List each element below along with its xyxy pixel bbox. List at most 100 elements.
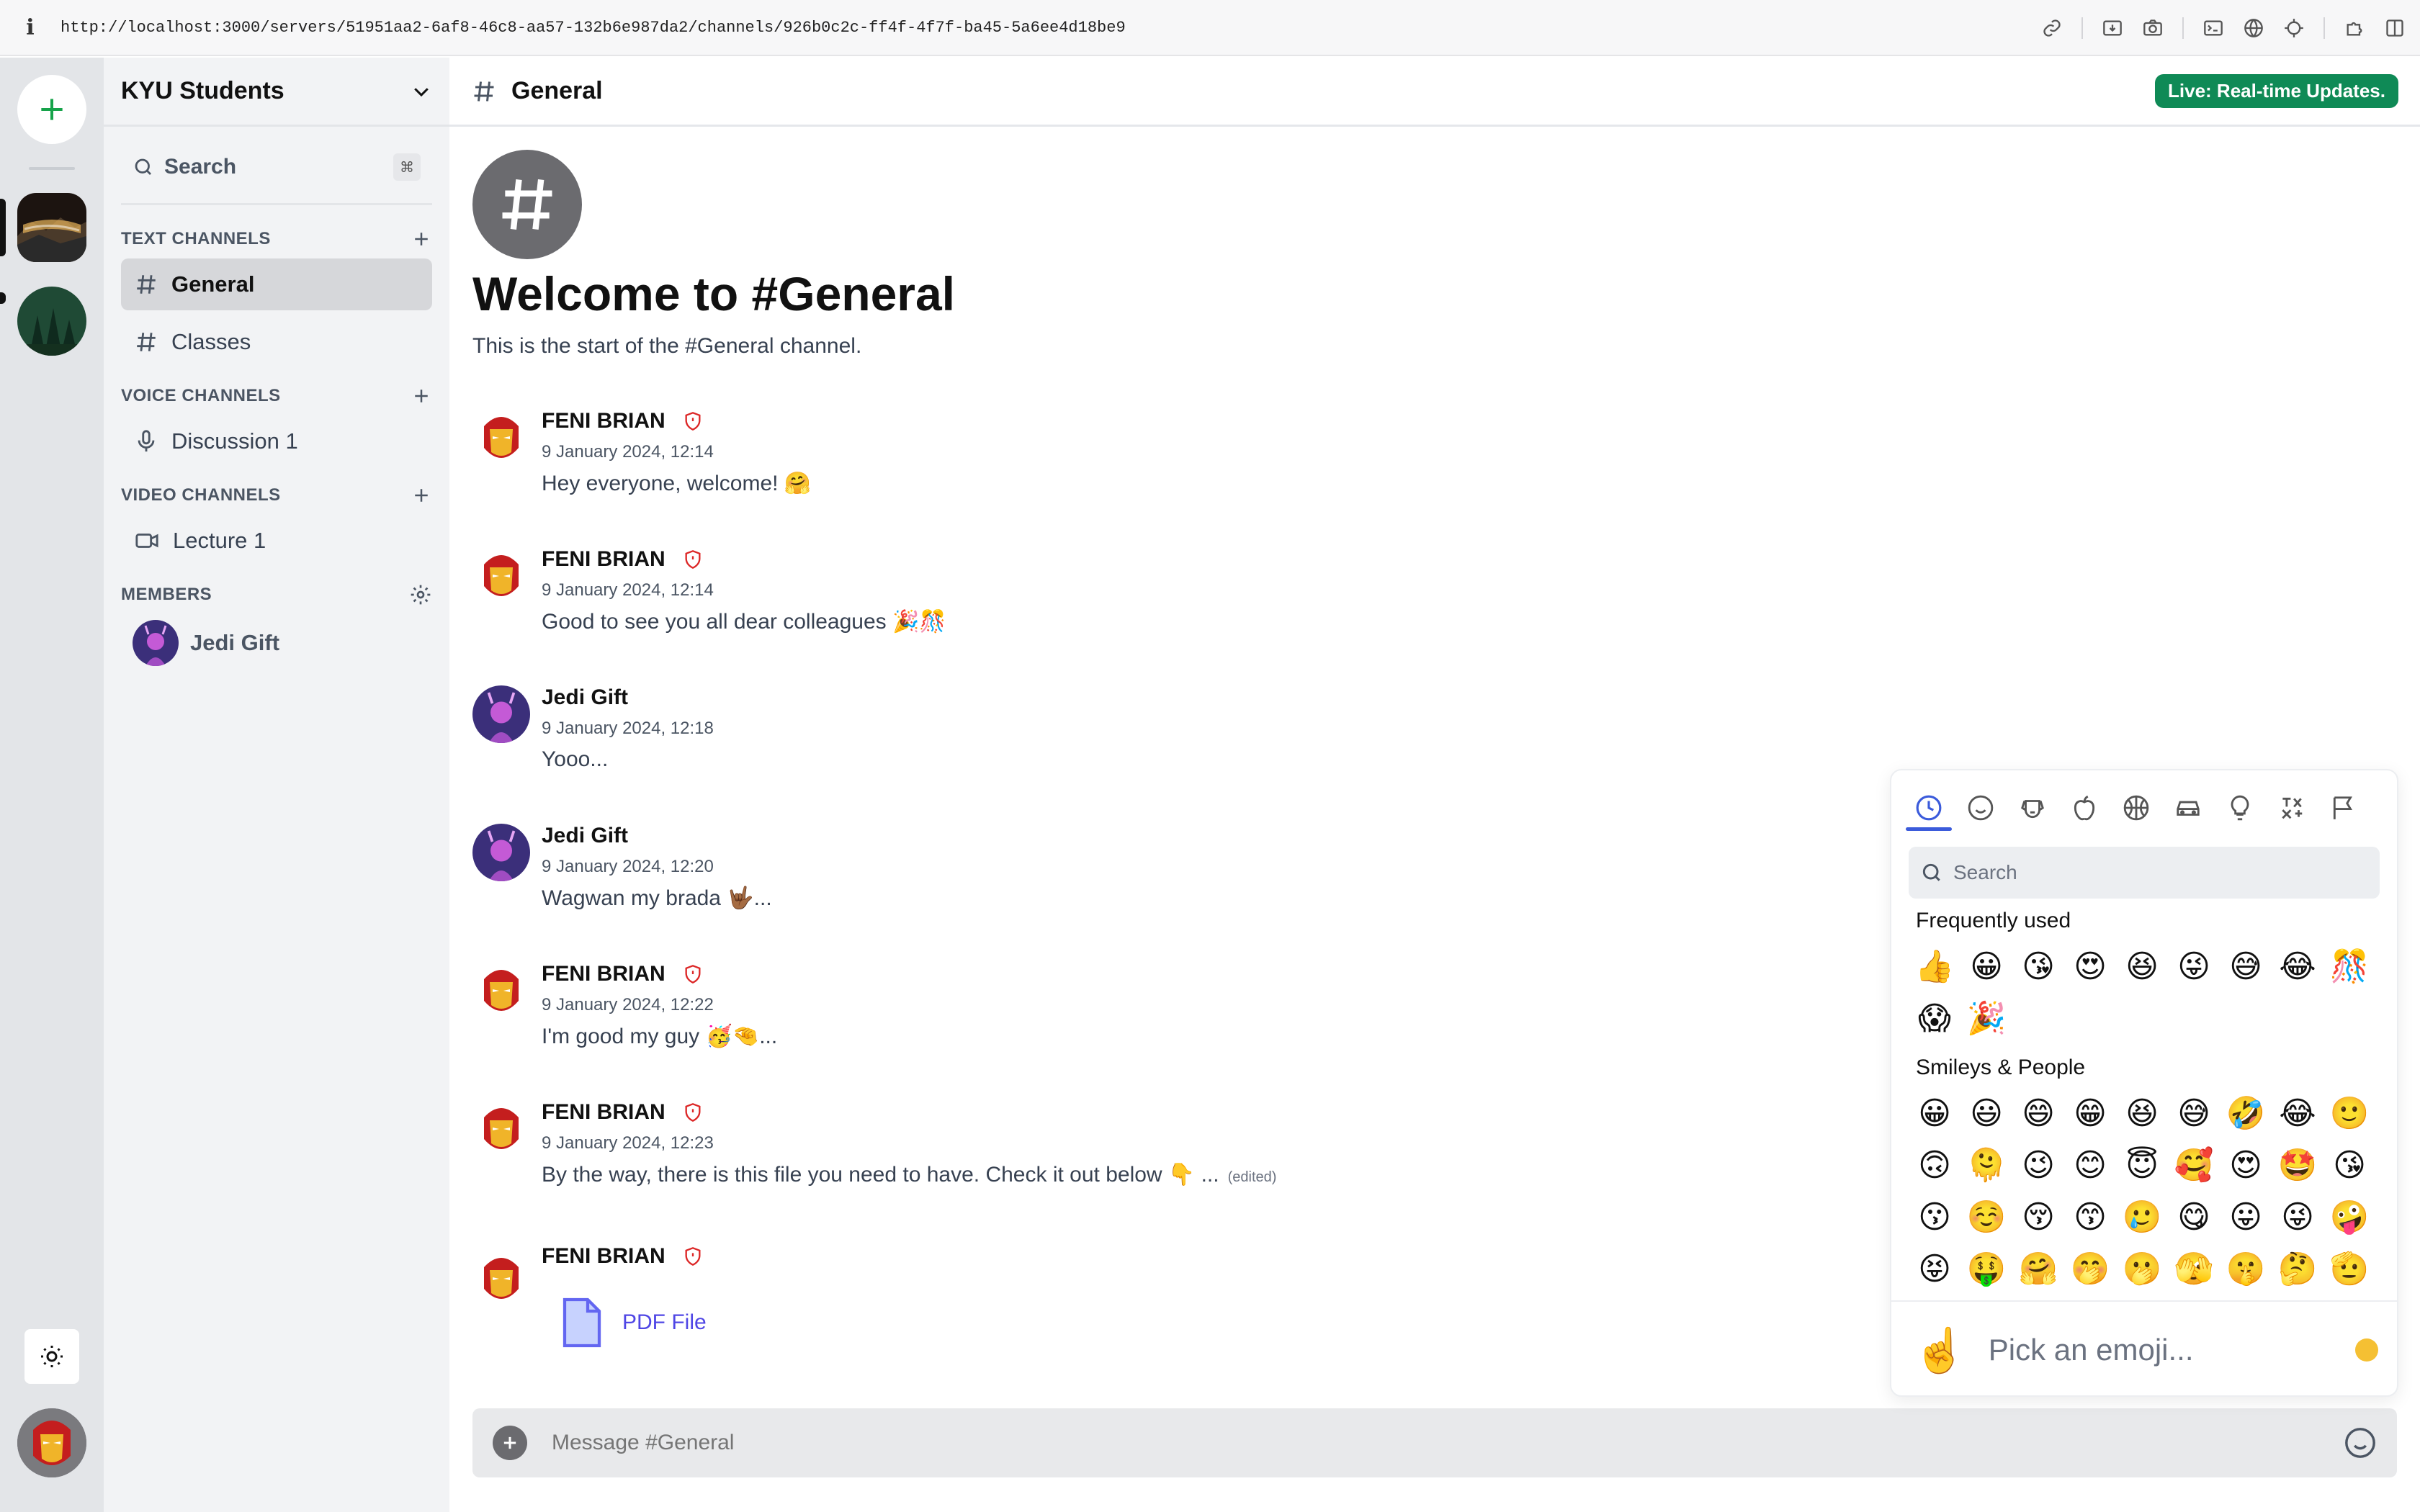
emoji-button[interactable]: 😝: [1909, 1243, 1960, 1295]
channel-lecture-1[interactable]: Lecture 1: [121, 515, 432, 567]
emoji-button[interactable]: 🙃: [1909, 1139, 1960, 1191]
attach-button[interactable]: [493, 1426, 527, 1460]
gear-icon[interactable]: [409, 583, 432, 606]
server-header[interactable]: KYU Students: [104, 58, 449, 127]
emoji-button[interactable]: 🥲: [2116, 1191, 2168, 1243]
emoji-button[interactable]: 😆: [2116, 940, 2168, 992]
crosshair-icon[interactable]: [2283, 17, 2305, 39]
emoji-button[interactable]: 👍: [1909, 940, 1960, 992]
message[interactable]: FENI BRIAN 9 January 2024, 12:14 Hey eve…: [472, 409, 1913, 517]
server-mountain[interactable]: [17, 193, 86, 262]
chevron-down-icon[interactable]: [411, 81, 432, 102]
emoji-button[interactable]: 🤔: [2272, 1243, 2323, 1295]
channel-classes[interactable]: Classes: [121, 316, 432, 368]
avatar[interactable]: [472, 824, 530, 881]
emoji-button[interactable]: 😆: [2116, 1087, 2168, 1139]
add-text-channel-icon[interactable]: [411, 228, 432, 250]
emoji-button[interactable]: 😉: [2012, 1139, 2064, 1191]
terminal-icon[interactable]: [2202, 17, 2224, 39]
message[interactable]: FENI BRIAN PDF File: [472, 1238, 1913, 1397]
tab-food[interactable]: [2058, 785, 2110, 831]
emoji-button[interactable]: 😱: [1909, 992, 1960, 1044]
tab-frequently-used[interactable]: [1903, 785, 1955, 831]
emoji-button[interactable]: 😅: [2168, 1087, 2220, 1139]
avatar[interactable]: [472, 962, 530, 1020]
emoji-button[interactable]: 😜: [2168, 940, 2220, 992]
emoji-button[interactable]: 😀: [1960, 940, 2012, 992]
message[interactable]: Jedi Gift 9 January 2024, 12:20 Wagwan m…: [472, 824, 1913, 932]
emoji-button[interactable]: 🤫: [2220, 1243, 2272, 1295]
message-author[interactable]: FENI BRIAN: [542, 1100, 703, 1125]
skin-tone-selector[interactable]: [2355, 1338, 2378, 1362]
emoji-button[interactable]: 😚: [2012, 1191, 2064, 1243]
tab-flags[interactable]: [2318, 785, 2370, 831]
avatar[interactable]: [472, 1250, 530, 1308]
user-avatar[interactable]: [17, 1408, 86, 1477]
emoji-button[interactable]: 😋: [2168, 1191, 2220, 1243]
emoji-button[interactable]: 🤑: [1960, 1243, 2012, 1295]
emoji-button[interactable]: 😇: [2116, 1139, 2168, 1191]
emoji-button[interactable]: 🤗: [2012, 1243, 2064, 1295]
camera-icon[interactable]: [2142, 17, 2164, 39]
tab-smileys[interactable]: [1955, 785, 2007, 831]
add-video-channel-icon[interactable]: [411, 485, 432, 506]
emoji-button[interactable]: 😜: [2272, 1191, 2323, 1243]
emoji-button[interactable]: 😅: [2220, 940, 2272, 992]
add-voice-channel-icon[interactable]: [411, 385, 432, 407]
emoji-button[interactable]: 😀: [1909, 1087, 1960, 1139]
tab-objects[interactable]: [2214, 785, 2266, 831]
message[interactable]: FENI BRIAN 9 January 2024, 12:23 By the …: [472, 1100, 1913, 1208]
emoji-button[interactable]: 🤪: [2323, 1191, 2375, 1243]
emoji-button-icon[interactable]: [2344, 1426, 2377, 1459]
message-author[interactable]: FENI BRIAN: [542, 962, 703, 986]
emoji-button[interactable]: 🫠: [1960, 1139, 2012, 1191]
message-composer[interactable]: [472, 1408, 2397, 1477]
address-bar[interactable]: http://localhost:3000/servers/51951aa2-6…: [60, 19, 1126, 37]
site-info-icon[interactable]: i: [0, 15, 60, 40]
extensions-icon[interactable]: [2344, 17, 2365, 39]
member-jedi-gift[interactable]: Jedi Gift: [121, 614, 432, 672]
emoji-search-input[interactable]: Search: [1909, 847, 2380, 899]
message-input[interactable]: [552, 1431, 2344, 1455]
emoji-button[interactable]: 😄: [2012, 1087, 2064, 1139]
emoji-button[interactable]: 😗: [1909, 1191, 1960, 1243]
channel-general[interactable]: General: [121, 258, 432, 310]
add-server-button[interactable]: [17, 75, 86, 144]
emoji-button[interactable]: 😍: [2220, 1139, 2272, 1191]
message[interactable]: FENI BRIAN 9 January 2024, 12:14 Good to…: [472, 547, 1913, 655]
pdf-attachment[interactable]: PDF File: [559, 1295, 707, 1351]
emoji-button[interactable]: 🤣: [2220, 1087, 2272, 1139]
avatar[interactable]: [472, 547, 530, 605]
emoji-button[interactable]: 😊: [2064, 1139, 2116, 1191]
message-author[interactable]: Jedi Gift: [542, 824, 628, 848]
message[interactable]: Jedi Gift 9 January 2024, 12:18 Yooo...: [472, 685, 1913, 793]
channel-discussion-1[interactable]: Discussion 1: [121, 415, 432, 467]
emoji-button[interactable]: 😛: [2220, 1191, 2272, 1243]
emoji-button[interactable]: 🎊: [2323, 940, 2375, 992]
emoji-button[interactable]: 😂: [2272, 940, 2323, 992]
avatar[interactable]: [472, 1100, 530, 1158]
globe-icon[interactable]: [2243, 17, 2264, 39]
sidebar-icon[interactable]: [2384, 17, 2406, 39]
avatar[interactable]: [472, 409, 530, 467]
message-author[interactable]: Jedi Gift: [542, 685, 628, 710]
emoji-button[interactable]: 😁: [2064, 1087, 2116, 1139]
emoji-button[interactable]: 🤩: [2272, 1139, 2323, 1191]
message-author[interactable]: FENI BRIAN: [542, 409, 703, 433]
emoji-button[interactable]: 😃: [1960, 1087, 2012, 1139]
emoji-button[interactable]: 😂: [2272, 1087, 2323, 1139]
message[interactable]: FENI BRIAN 9 January 2024, 12:22 I'm goo…: [472, 962, 1913, 1070]
emoji-button[interactable]: 🫡: [2323, 1243, 2375, 1295]
emoji-button[interactable]: 😘: [2323, 1139, 2375, 1191]
emoji-button[interactable]: 🎉: [1960, 992, 2012, 1044]
avatar[interactable]: [472, 685, 530, 743]
tab-animals[interactable]: [2007, 785, 2058, 831]
pdf-link[interactable]: PDF File: [622, 1310, 707, 1335]
theme-toggle-button[interactable]: [24, 1329, 79, 1384]
emoji-button[interactable]: 😙: [2064, 1191, 2116, 1243]
emoji-button[interactable]: 🫣: [2168, 1243, 2220, 1295]
emoji-button[interactable]: 🙂: [2323, 1087, 2375, 1139]
emoji-button[interactable]: 😘: [2012, 940, 2064, 992]
message-author[interactable]: FENI BRIAN: [542, 547, 703, 572]
tab-travel[interactable]: [2162, 785, 2214, 831]
